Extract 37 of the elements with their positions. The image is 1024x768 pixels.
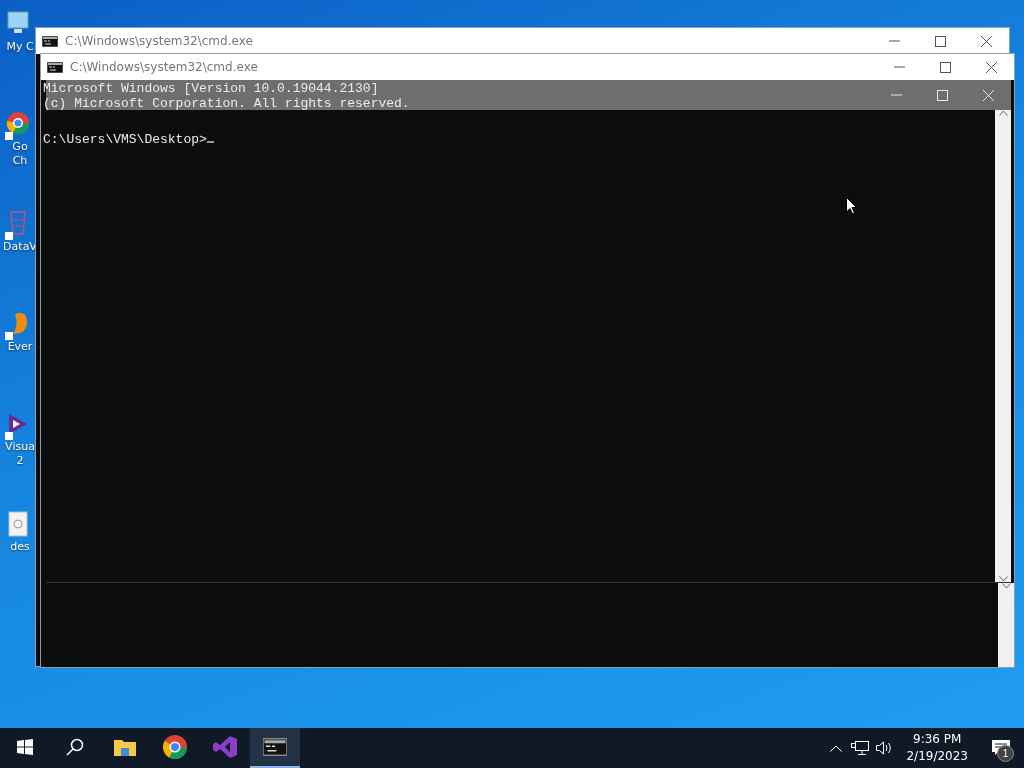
close-icon[interactable]	[980, 35, 992, 47]
icon-label: des	[9, 540, 30, 554]
console-icon	[42, 35, 58, 47]
icon-label: Ever	[6, 340, 33, 354]
icon-label: Go	[11, 140, 28, 154]
console-icon	[263, 738, 287, 756]
scroll-up-icon[interactable]	[998, 110, 1008, 116]
command-prompt: C:\Users\VMS\Desktop>	[43, 130, 214, 147]
window-title: C:\Windows\system32\cmd.exe	[70, 60, 259, 74]
caret-up-icon[interactable]	[830, 744, 843, 752]
clock-date[interactable]: 2/19/2023	[906, 748, 968, 765]
notification-button[interactable]: 1	[978, 728, 1024, 768]
chrome-icon	[5, 110, 31, 140]
clock-time[interactable]: 9:36 PM	[913, 731, 962, 748]
scrollbar[interactable]	[995, 110, 1011, 582]
maximize-icon[interactable]	[939, 61, 951, 73]
speaker-icon[interactable]	[876, 741, 893, 755]
folder-icon	[114, 738, 136, 756]
file-icon	[5, 510, 31, 540]
network-icon[interactable]	[851, 741, 870, 755]
scrollbar[interactable]	[998, 583, 1014, 667]
icon-label: Ch	[11, 154, 28, 168]
window-title: C:\Windows\system32\cmd.exe	[65, 34, 254, 48]
windows-icon	[17, 739, 33, 755]
mouse-pointer-icon	[846, 197, 857, 215]
icon-label: Visua	[4, 440, 35, 454]
taskbar-button[interactable]	[250, 728, 300, 768]
console-icon	[47, 61, 63, 73]
icon-label: DataV	[2, 240, 37, 254]
chrome-icon	[163, 735, 187, 759]
icon-label: My C	[5, 40, 34, 54]
icon-label: 2	[15, 454, 24, 468]
studio-icon	[213, 735, 237, 759]
search-icon	[66, 738, 84, 756]
maximize-icon[interactable]	[934, 35, 946, 47]
close-icon[interactable]	[985, 61, 997, 73]
notification-count: 1	[997, 745, 1014, 762]
